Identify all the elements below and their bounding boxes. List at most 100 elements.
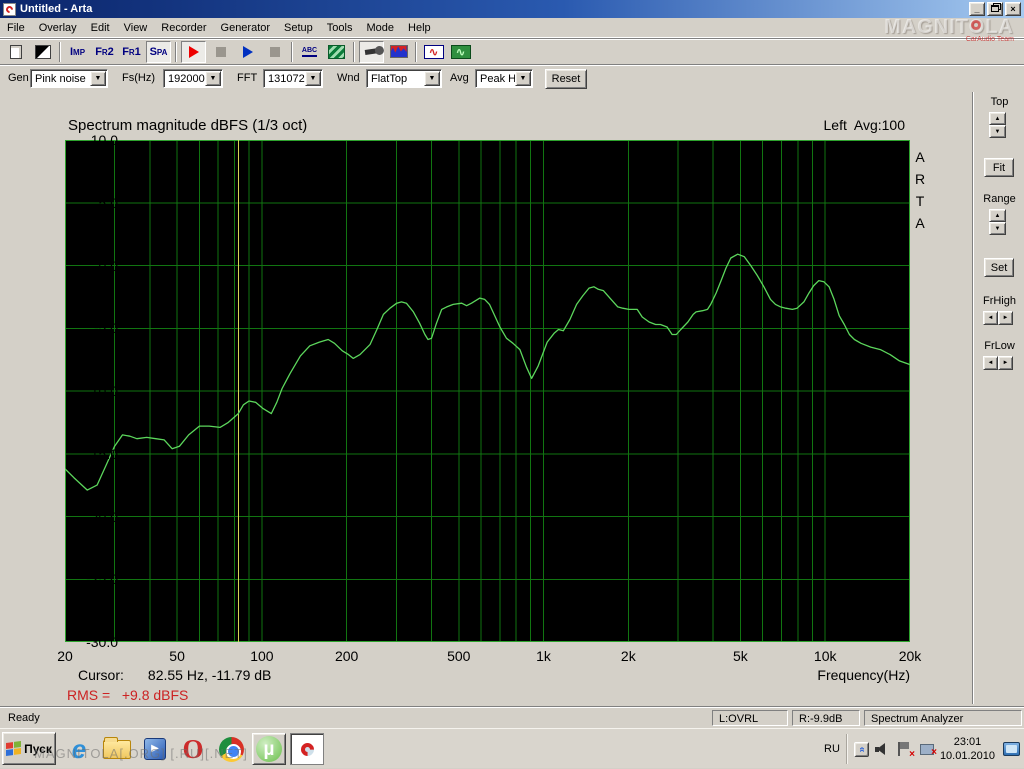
fr2-mode-button[interactable]: Fr2 xyxy=(92,41,117,63)
invert-colors-button[interactable] xyxy=(30,41,55,63)
minimize-button[interactable]: _ xyxy=(969,2,985,16)
show-desktop-icon[interactable] xyxy=(1003,742,1020,756)
volume-icon[interactable] xyxy=(875,743,890,756)
frhigh-right-button[interactable]: ► xyxy=(998,311,1013,325)
taskbar-icon-chrome[interactable] xyxy=(214,733,248,765)
new-file-button[interactable] xyxy=(3,41,28,63)
close-button[interactable]: × xyxy=(1005,2,1021,16)
x-tick-label: 1k xyxy=(536,648,551,664)
spectrum-plot-svg[interactable] xyxy=(65,140,910,642)
internet-explorer-icon: e xyxy=(72,736,86,762)
arta-logo-icon xyxy=(3,3,16,16)
frlow-right-button[interactable]: ► xyxy=(998,356,1013,370)
generator-type-select[interactable]: Pink noise ▼ xyxy=(30,69,108,88)
taskbar-icon-utorrent[interactable]: µ xyxy=(252,733,286,765)
reset-button[interactable]: Reset xyxy=(545,69,587,89)
quick-launch-bar: e ▶ Oµ xyxy=(60,731,326,767)
top-up-button[interactable]: ▲ xyxy=(989,112,1006,125)
title-bar[interactable]: Untitled - Arta _ × xyxy=(0,0,1024,18)
toolbar-separator xyxy=(415,42,417,62)
menu-item-help[interactable]: Help xyxy=(401,19,438,37)
restore-button[interactable] xyxy=(987,2,1003,16)
windows-logo-icon xyxy=(6,741,21,756)
taskbar-icon-arta[interactable] xyxy=(290,733,324,765)
frhigh-left-button[interactable]: ◄ xyxy=(983,311,998,325)
red-sine-icon: ∿ xyxy=(424,45,444,59)
text-label-button[interactable]: ABC xyxy=(297,41,322,63)
spectrum-view-button[interactable] xyxy=(386,41,411,63)
averaging-select[interactable]: Peak Hol ▼ xyxy=(475,69,533,88)
scope-view-button[interactable]: ∿ xyxy=(448,41,473,63)
range-up-button[interactable]: ▲ xyxy=(989,209,1006,222)
microphone-button[interactable] xyxy=(359,41,384,63)
fs-label: Fs(Hz) xyxy=(122,72,155,84)
sample-rate-select[interactable]: 192000 ▼ xyxy=(163,69,223,88)
impulse-mode-button[interactable]: Imp xyxy=(65,41,90,63)
frlow-left-button[interactable]: ◄ xyxy=(983,356,998,370)
fr1-mode-button[interactable]: Fr1 xyxy=(119,41,144,63)
top-down-button[interactable]: ▼ xyxy=(989,125,1006,138)
hidden-icons-button[interactable]: « xyxy=(854,742,869,757)
record-start-button[interactable] xyxy=(181,41,206,63)
set-button[interactable]: Set xyxy=(984,258,1014,277)
media-player-icon: ▶ xyxy=(144,738,166,760)
frhigh-spinner: ◄ ► xyxy=(983,311,1013,325)
grid-lines xyxy=(65,140,910,642)
status-text: Ready xyxy=(8,712,40,724)
cursor-label: Cursor: xyxy=(78,667,124,683)
generator-type-value: Pink noise xyxy=(31,73,90,85)
tray-date: 10.01.2010 xyxy=(940,750,995,762)
record-stop-button[interactable] xyxy=(208,41,233,63)
averaging-value: Peak Hol xyxy=(476,73,515,85)
security-alert-icon[interactable]: × xyxy=(898,742,911,756)
range-label: Range xyxy=(975,193,1024,205)
toolbar-separator xyxy=(59,42,61,62)
menu-bar: FileOverlayEditViewRecorderGeneratorSetu… xyxy=(0,18,1024,38)
x-tick-label: 5k xyxy=(733,648,748,664)
opera-icon: O xyxy=(182,736,203,763)
tray-clock[interactable]: 23:01 10.01.2010 xyxy=(940,735,995,763)
menu-item-file[interactable]: File xyxy=(0,19,32,37)
menu-item-generator[interactable]: Generator xyxy=(214,19,278,37)
taskbar-icon-file-manager[interactable] xyxy=(100,733,134,765)
rms-readout: RMS = +9.8 dBFS xyxy=(67,687,188,703)
stop-icon xyxy=(270,47,280,57)
x-tick-label: 10k xyxy=(814,648,837,664)
dropdown-arrow-icon[interactable]: ▼ xyxy=(90,71,106,86)
dropdown-arrow-icon[interactable]: ▼ xyxy=(305,71,321,86)
fft-size-select[interactable]: 131072 ▼ xyxy=(263,69,323,88)
start-button[interactable]: Пуск xyxy=(2,732,56,765)
taskbar-icon-opera[interactable]: O xyxy=(176,733,210,765)
arta-vertical-brand: A R T A xyxy=(913,146,927,234)
dropdown-arrow-icon[interactable]: ▼ xyxy=(424,71,440,86)
toolbar-separator xyxy=(175,42,177,62)
menu-item-mode[interactable]: Mode xyxy=(359,19,401,37)
spectrum-plot[interactable] xyxy=(65,140,910,642)
menu-item-tools[interactable]: Tools xyxy=(320,19,360,37)
menu-item-overlay[interactable]: Overlay xyxy=(32,19,84,37)
network-disconnected-icon[interactable]: × xyxy=(920,744,934,755)
generator-stop-button[interactable] xyxy=(262,41,287,63)
main-toolbar: Imp Fr2 Fr1 Spa ABC ∿ ∿ xyxy=(0,38,1024,64)
menu-item-edit[interactable]: Edit xyxy=(84,19,117,37)
menu-item-recorder[interactable]: Recorder xyxy=(154,19,213,37)
signal-view-button[interactable]: ∿ xyxy=(421,41,446,63)
spa-mode-button[interactable]: Spa xyxy=(146,41,171,63)
window-function-select[interactable]: FlatTop ▼ xyxy=(366,69,442,88)
dropdown-arrow-icon[interactable]: ▼ xyxy=(515,71,531,86)
panel-divider xyxy=(972,92,974,704)
menu-item-setup[interactable]: Setup xyxy=(277,19,320,37)
fit-button[interactable]: Fit xyxy=(984,158,1014,177)
menu-item-view[interactable]: View xyxy=(117,19,155,37)
gen-label: Gen xyxy=(8,72,29,84)
start-label: Пуск xyxy=(24,742,52,756)
taskbar-icon-internet-explorer[interactable]: e xyxy=(62,733,96,765)
generator-start-button[interactable] xyxy=(235,41,260,63)
language-indicator[interactable]: RU xyxy=(824,743,840,755)
range-down-button[interactable]: ▼ xyxy=(989,222,1006,235)
flashlight-icon xyxy=(364,48,379,55)
overlay-button[interactable] xyxy=(324,41,349,63)
channel-average-info: Left Avg:100 xyxy=(824,117,905,133)
dropdown-arrow-icon[interactable]: ▼ xyxy=(205,71,221,86)
taskbar-icon-media-player[interactable]: ▶ xyxy=(138,733,172,765)
